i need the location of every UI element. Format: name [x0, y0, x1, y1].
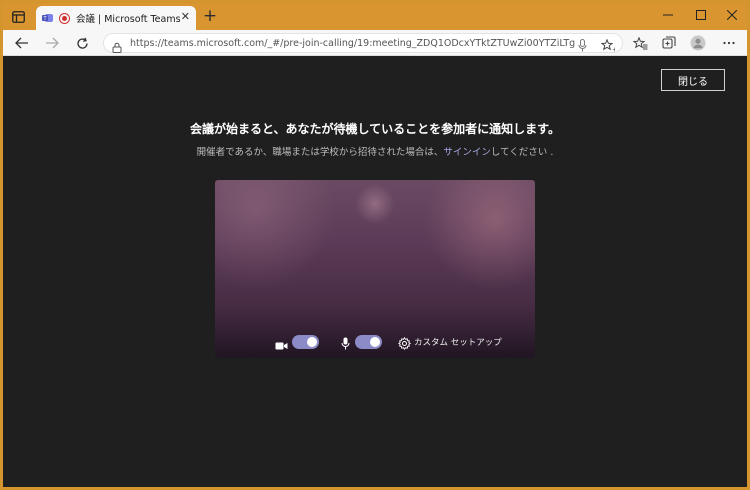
signin-hint: 開催者であるか、職場または学校から招待された場合は、サインインしてください .: [3, 144, 747, 158]
camera-toggle[interactable]: [292, 335, 319, 349]
tab-close-icon[interactable]: ✕: [181, 11, 190, 23]
address-bar-row: https://teams.microsoft.com/_#/pre-join-…: [3, 30, 747, 56]
tab-strip: T 会議 | Microsoft Teams ✕ +: [3, 3, 747, 30]
svg-text:+: +: [612, 47, 615, 53]
voice-search-icon[interactable]: [578, 37, 587, 56]
refresh-icon[interactable]: [73, 34, 91, 52]
new-tab-button[interactable]: +: [201, 7, 219, 25]
favorites-icon[interactable]: [631, 34, 649, 52]
maximize-icon[interactable]: [686, 3, 716, 27]
add-favorite-icon[interactable]: +: [600, 37, 617, 56]
gear-icon[interactable]: [397, 335, 412, 354]
microphone-icon: [341, 335, 350, 354]
prejoin-content: 閉じる 会議が始まると、あなたが待機していることを参加者に通知します。 開催者で…: [3, 56, 747, 487]
microphone-toggle[interactable]: [355, 335, 382, 349]
browser-window: T 会議 | Microsoft Teams ✕ + https://teams…: [3, 3, 747, 487]
url-text: https://teams.microsoft.com/_#/pre-join-…: [130, 38, 575, 49]
tab-actions-icon[interactable]: [9, 8, 27, 26]
camera-icon: [275, 336, 288, 355]
tab-title: 会議 | Microsoft Teams: [76, 14, 181, 25]
device-controls: カスタム セットアップ: [215, 332, 535, 352]
profile-avatar-icon[interactable]: [689, 34, 707, 52]
close-button[interactable]: 閉じる: [661, 69, 725, 91]
window-close-icon[interactable]: [717, 3, 747, 27]
signin-hint-suffix: してください .: [490, 147, 554, 158]
more-options-icon[interactable]: [720, 34, 738, 52]
minimize-icon[interactable]: [653, 3, 683, 27]
page-title: 会議が始まると、あなたが待機していることを参加者に通知します。: [190, 122, 560, 136]
lock-icon: [112, 38, 122, 53]
video-preview: カスタム セットアップ: [215, 180, 535, 358]
signin-hint-prefix: 開催者であるか、職場または学校から招待された場合は、: [196, 147, 444, 158]
custom-setup-button[interactable]: カスタム セットアップ: [414, 336, 502, 348]
collections-icon[interactable]: [660, 34, 678, 52]
signin-link[interactable]: サインイン: [443, 147, 491, 158]
teams-icon: T: [42, 12, 54, 24]
recording-icon: [59, 12, 70, 24]
url-field[interactable]: https://teams.microsoft.com/_#/pre-join-…: [103, 33, 623, 56]
forward-icon[interactable]: [43, 34, 61, 52]
back-icon[interactable]: [13, 34, 31, 52]
tab-teams-meeting[interactable]: T 会議 | Microsoft Teams ✕: [36, 6, 196, 30]
